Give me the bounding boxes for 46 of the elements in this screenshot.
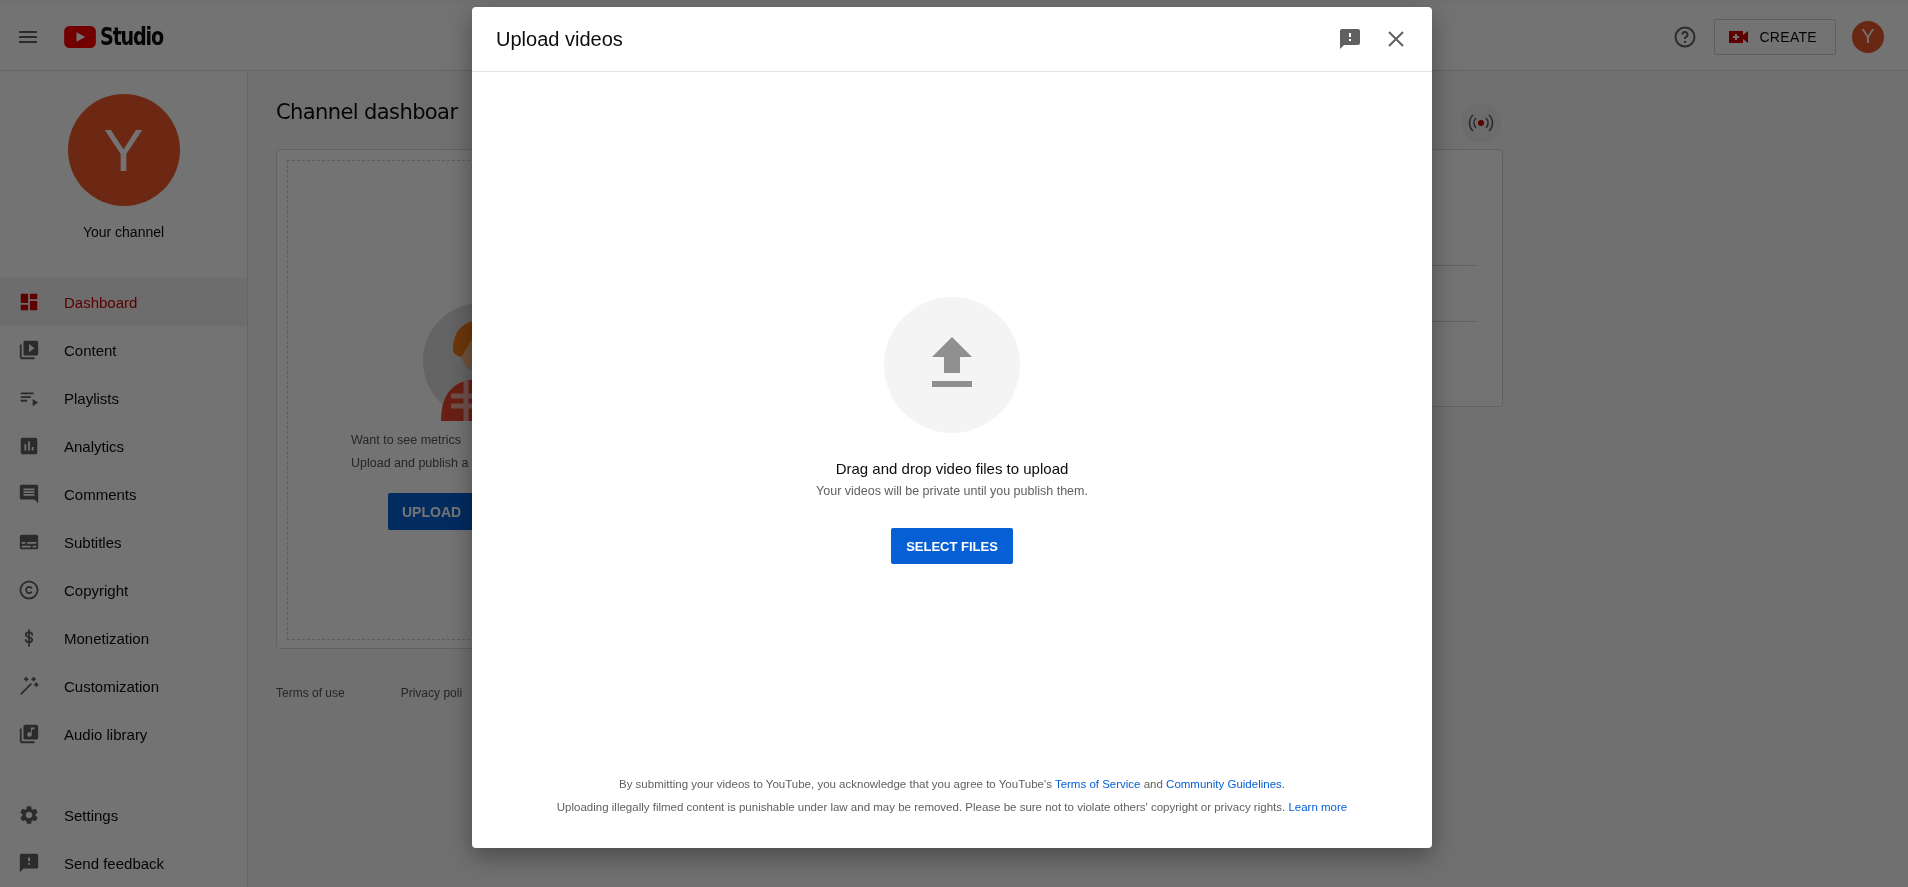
speech-bubble-icon	[18, 483, 40, 505]
video-stack-icon	[18, 339, 40, 361]
help-icon[interactable]	[1673, 24, 1698, 49]
sidebar-item[interactable]: Dashboard	[0, 278, 247, 326]
footer-link[interactable]: Terms of use	[276, 686, 345, 700]
sidebar-item[interactable]: Content	[0, 326, 247, 374]
legal-notice: By submitting your videos to YouTube, you acknowledge that you agree to YouTube's Terms of Service and Community Guidelines.	[619, 777, 1285, 792]
music-stack-icon	[18, 723, 40, 745]
sidebar-item[interactable]: Monetization	[0, 614, 247, 662]
feedback-icon	[18, 852, 40, 874]
sidebar-item[interactable]: Copyright	[0, 566, 247, 614]
channel-avatar[interactable]: Y	[67, 94, 180, 206]
logo-text: Studio	[100, 22, 163, 51]
text-link[interactable]: Terms of Service	[1054, 778, 1141, 790]
sidebar-item[interactable]: Comments	[0, 470, 247, 518]
privacy-note: Your videos will be private until you publish them.	[816, 483, 1088, 500]
sidebar-item[interactable]: Subtitles	[0, 518, 247, 566]
sidebar-item[interactable]: Playlists	[0, 374, 247, 422]
bar-chart-icon	[18, 435, 40, 457]
camera-plus-icon	[1729, 29, 1750, 44]
settings-icon	[18, 804, 40, 826]
text-link[interactable]: Learn more	[1288, 801, 1348, 813]
copyright-icon	[18, 579, 40, 601]
sidebar-item[interactable]: Audio library	[0, 710, 247, 758]
feedback-icon[interactable]	[1338, 27, 1362, 51]
magic-wand-icon	[18, 675, 40, 697]
create-button[interactable]: CREATE	[1714, 18, 1836, 55]
drop-prompt: Drag and drop video files to upload	[835, 459, 1069, 479]
page-title: Channel dashboar	[276, 99, 459, 126]
empty-state-text: Want to see metrics	[351, 432, 461, 449]
dialog-title: Upload videos	[496, 27, 624, 51]
tiles-icon	[18, 291, 40, 313]
empty-state-text: Upload and publish a	[351, 455, 469, 472]
sidebar-item[interactable]: Send feedback	[0, 839, 247, 887]
sidebar-item[interactable]: Analytics	[0, 422, 247, 470]
play-logo-icon	[64, 25, 96, 48]
sidebar-item[interactable]: Customization	[0, 662, 247, 710]
account-avatar[interactable]: Y	[1852, 20, 1884, 53]
channel-label: Your channel	[82, 224, 165, 240]
upload-button[interactable]: UPLOAD	[388, 493, 472, 530]
sidebar-item[interactable]: Settings	[0, 791, 247, 839]
legal-notice: Uploading illegally filmed content is punishable under law and may be removed. Please be sure not to violate others' copyright or privacy rights. Learn more	[556, 800, 1348, 815]
text-link[interactable]: Community Guidelines	[1166, 778, 1282, 790]
upload-icon[interactable]	[884, 297, 1020, 433]
select-files-button[interactable]: SELECT FILES	[891, 528, 1013, 564]
footer-link[interactable]: Privacy poli	[400, 686, 463, 700]
